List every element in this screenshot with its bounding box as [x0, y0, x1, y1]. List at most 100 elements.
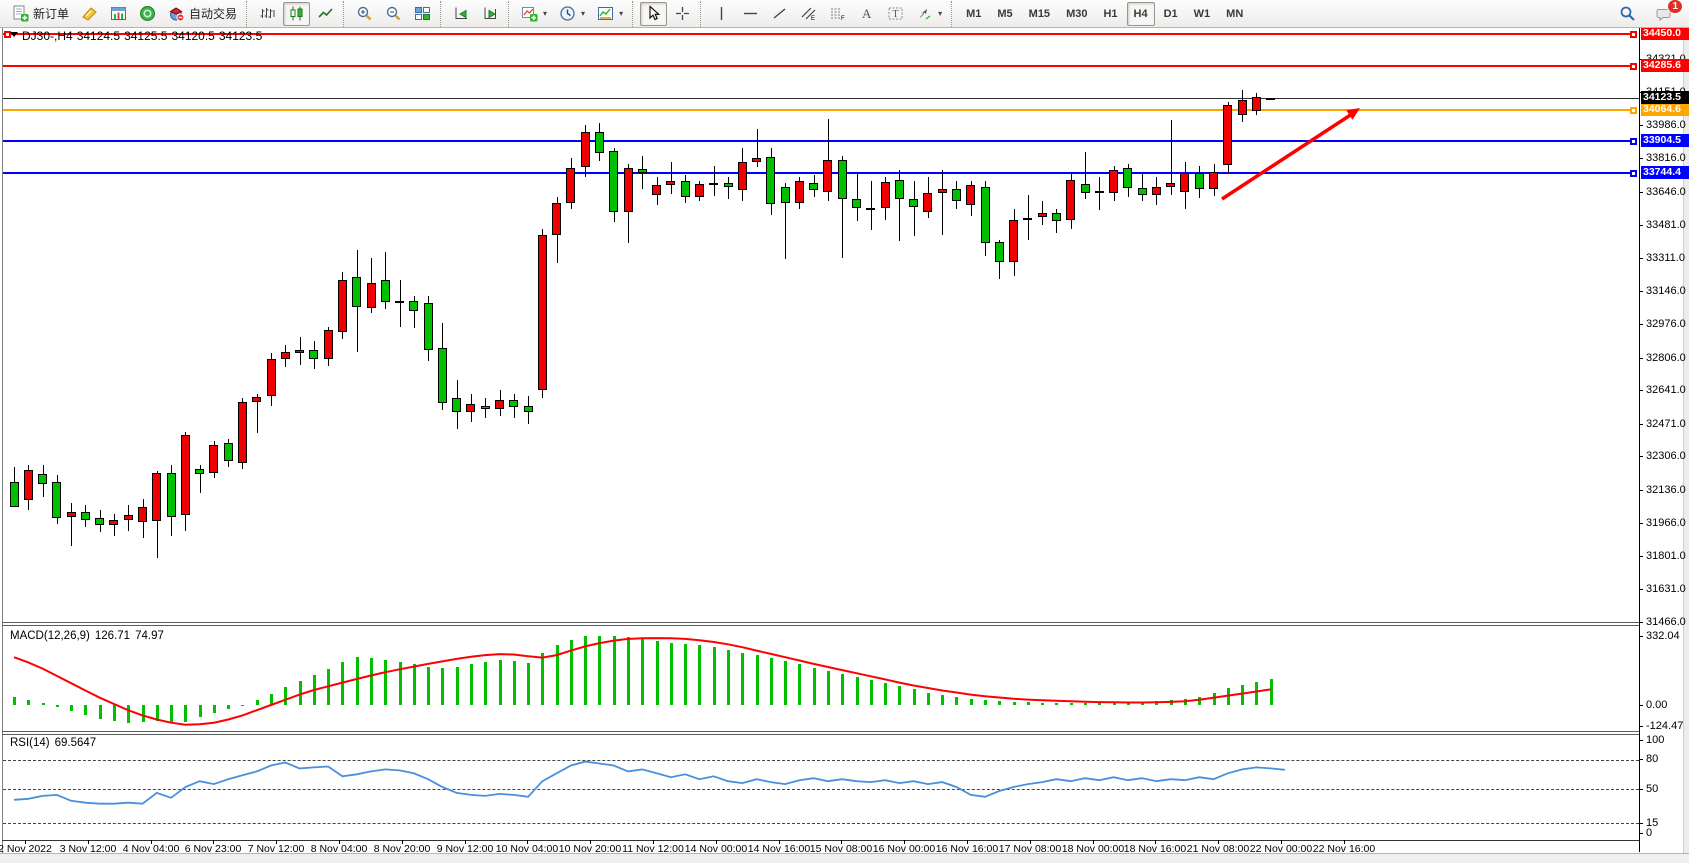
auto-scroll-button[interactable]	[448, 2, 475, 26]
fibonacci-button[interactable]: F	[824, 2, 851, 26]
indicators-button[interactable]: ▾	[516, 2, 552, 26]
line-chart-button[interactable]	[312, 2, 339, 26]
template-icon	[597, 5, 614, 22]
price-axis-tick	[1639, 589, 1643, 590]
candle-bull	[181, 435, 190, 515]
candle-bull	[923, 193, 932, 212]
candle-bull	[338, 280, 347, 332]
candle-bull	[1223, 105, 1232, 165]
macd-histogram-bar	[955, 697, 958, 705]
toolbar-group: 新订单 自动交易	[0, 1, 246, 27]
text-button[interactable]: A	[853, 2, 880, 26]
horizontal-line-button[interactable]	[737, 2, 764, 26]
level-line-handle[interactable]	[1630, 31, 1637, 38]
timeframe-mn[interactable]: MN	[1219, 2, 1250, 26]
macd-rsi-separator[interactable]	[2, 731, 1639, 732]
symbol-dropdown-caret[interactable]	[10, 32, 18, 37]
search-button[interactable]	[1614, 2, 1641, 26]
chart-shift-button[interactable]	[477, 2, 504, 26]
crosshair-button[interactable]	[669, 2, 696, 26]
candle-bull	[267, 359, 276, 396]
candlestick-chart-button[interactable]	[283, 2, 310, 26]
timeframe-h4[interactable]: H4	[1127, 2, 1155, 26]
candle-bear	[995, 242, 1004, 262]
timeframe-m1[interactable]: M1	[959, 2, 988, 26]
candle-bull	[138, 507, 147, 522]
candle-bear	[1081, 184, 1090, 193]
candle-bear	[438, 348, 447, 403]
arrows-button-dropdown-caret[interactable]: ▾	[938, 9, 942, 18]
text-label-button[interactable]: T	[882, 2, 909, 26]
fibo-icon: F	[829, 5, 846, 22]
candle-bear	[509, 400, 518, 407]
trend-arrow-line[interactable]	[1222, 114, 1352, 199]
candle-bear	[724, 183, 733, 187]
macd-histogram-bar	[1027, 702, 1030, 705]
timeframe-h1[interactable]: H1	[1096, 2, 1124, 26]
timeframe-m30[interactable]: M30	[1059, 2, 1094, 26]
timeframe-d1[interactable]: D1	[1157, 2, 1185, 26]
cursor-button[interactable]	[640, 2, 667, 26]
candle-bull	[495, 400, 504, 409]
candle-bear	[424, 303, 433, 350]
macd-histogram-bar	[341, 662, 344, 705]
horizontal-level-line-34285.6[interactable]	[3, 65, 1637, 67]
macd-histogram-bar	[456, 667, 459, 705]
equidistant-channel-button[interactable]: E	[795, 2, 822, 26]
level-line-handle[interactable]	[1630, 107, 1637, 114]
macd-histogram-bar	[399, 662, 402, 705]
timeframe-w1[interactable]: W1	[1187, 2, 1218, 26]
macd-histogram-bar	[598, 636, 601, 705]
macd-histogram-bar	[284, 687, 287, 705]
price-axis-tick	[1639, 456, 1643, 457]
timeframe-m5[interactable]: M5	[990, 2, 1019, 26]
zoom-in-button[interactable]	[351, 2, 378, 26]
time-axis-label: 8 Nov 20:00	[374, 843, 431, 855]
indicators-button-dropdown-caret[interactable]: ▾	[543, 9, 547, 18]
macd-histogram-bar	[270, 694, 273, 705]
candle-bull	[1152, 187, 1161, 195]
macd-histogram-bar	[927, 693, 930, 705]
candle-bull	[1009, 220, 1018, 262]
zoom-out-button[interactable]	[380, 2, 407, 26]
chart-window-button[interactable]	[105, 2, 132, 26]
horizontal-level-line-33744.4[interactable]	[3, 172, 1637, 174]
current-price-line	[3, 98, 1639, 99]
candle-bear	[167, 473, 176, 517]
periods-button[interactable]: ▾	[554, 2, 590, 26]
level-line-handle[interactable]	[1630, 170, 1637, 177]
ticket-button[interactable]	[76, 2, 103, 26]
level-line-handle[interactable]	[1630, 63, 1637, 70]
bar-chart-button[interactable]	[254, 2, 281, 26]
trendline-button[interactable]	[766, 2, 793, 26]
time-axis-label: 16 Nov 00:00	[873, 843, 935, 855]
time-axis-label: 3 Nov 12:00	[60, 843, 117, 855]
price-axis-tick	[1639, 523, 1643, 524]
price-axis-tick	[1639, 358, 1643, 359]
price-axis-tick	[1639, 390, 1643, 391]
vertical-line-button[interactable]	[708, 2, 735, 26]
macd-rsi-separator[interactable]	[2, 734, 1639, 735]
macd-histogram-bar	[984, 700, 987, 705]
market-watch-button[interactable]	[134, 2, 161, 26]
price-axis-label: 31466.0	[1646, 616, 1686, 628]
main-macd-separator[interactable]	[2, 622, 1639, 623]
text-label-icon: T	[887, 5, 904, 22]
notifications-button[interactable]: 1	[1651, 2, 1678, 26]
level-line-handle[interactable]	[1630, 138, 1637, 145]
horizontal-level-line-33904.5[interactable]	[3, 140, 1637, 142]
macd-histogram-bar	[170, 705, 173, 723]
tile-windows-button[interactable]	[409, 2, 436, 26]
candle-bull	[881, 182, 890, 208]
timeframe-m15[interactable]: M15	[1022, 2, 1057, 26]
main-macd-separator[interactable]	[2, 625, 1639, 626]
text-a-icon: A	[858, 5, 875, 22]
horizontal-level-line-34064.6[interactable]	[3, 109, 1637, 111]
periods-button-dropdown-caret[interactable]: ▾	[581, 9, 585, 18]
templates-button-dropdown-caret[interactable]: ▾	[619, 9, 623, 18]
auto-trading-button[interactable]: 自动交易	[163, 2, 242, 26]
arrows-button[interactable]: ▾	[911, 2, 947, 26]
new-order-button[interactable]: 新订单	[7, 2, 74, 26]
templates-button[interactable]: ▾	[592, 2, 628, 26]
rsi-level-15	[3, 823, 1639, 824]
